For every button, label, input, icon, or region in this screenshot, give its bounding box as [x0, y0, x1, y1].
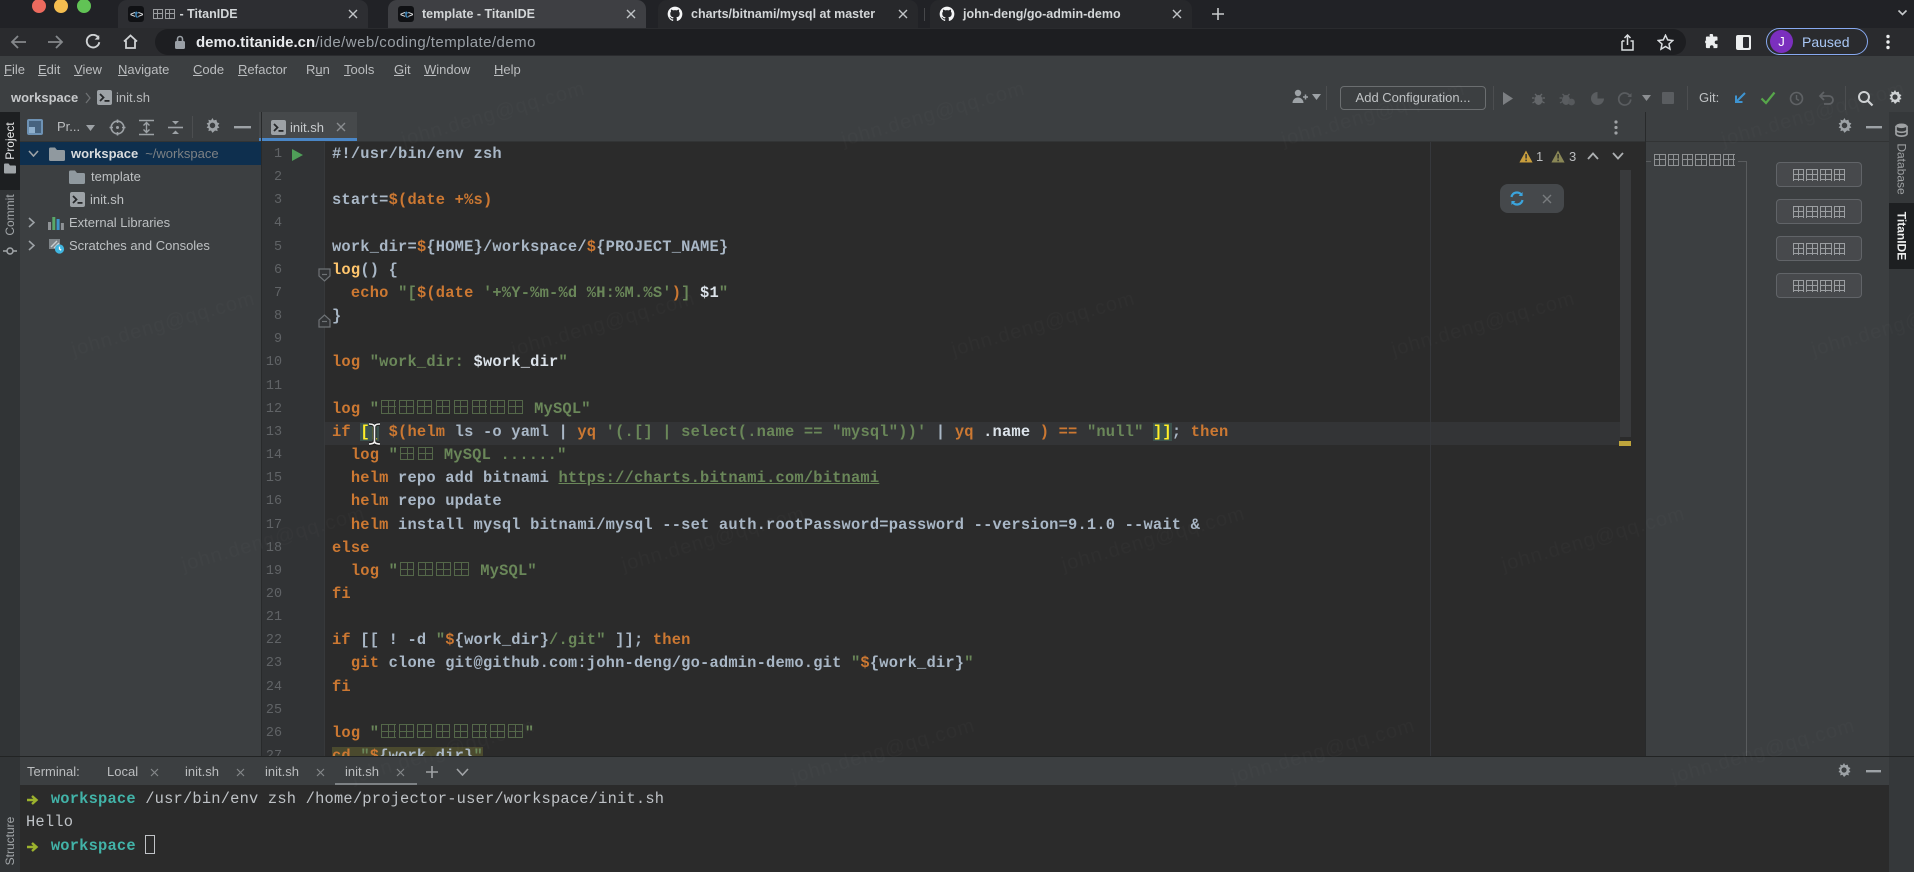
- svg-text:>: >: [408, 11, 413, 21]
- svg-text:>: >: [138, 11, 143, 21]
